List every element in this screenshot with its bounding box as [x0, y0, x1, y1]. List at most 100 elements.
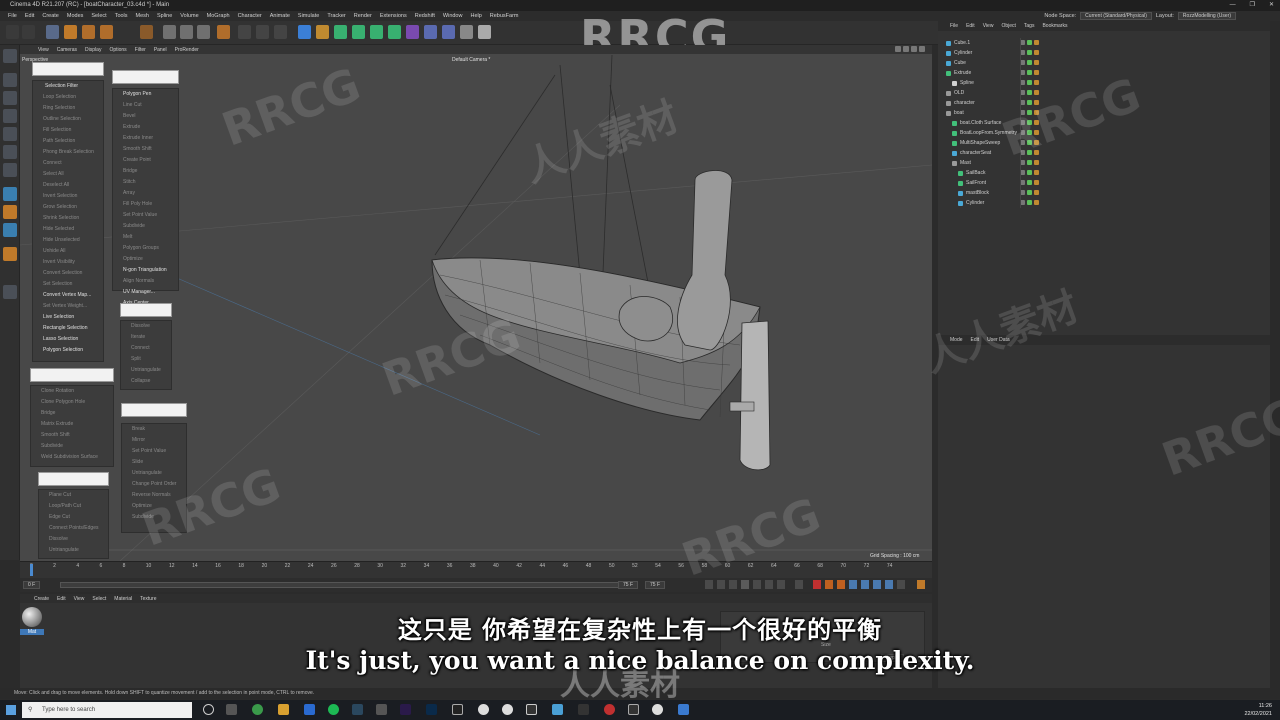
timeline-ruler[interactable]: 0246810121416182022242628303234363840424… [20, 561, 932, 578]
object-row[interactable]: SailFront [938, 178, 1048, 188]
menu-extensions[interactable]: Extensions [376, 13, 411, 19]
ngon-triangulation-item[interactable]: N-gon Triangulation [113, 265, 178, 276]
object-visibility-toggles[interactable] [1020, 200, 1039, 205]
preview-range-slider[interactable] [60, 582, 630, 588]
menu-redshift[interactable]: Redshift [411, 13, 439, 19]
fracture-icon[interactable] [388, 25, 401, 39]
object-visibility-toggles[interactable] [1020, 90, 1039, 95]
shrink-selection-item[interactable]: Shrink Selection [33, 213, 103, 224]
object-tag-icon[interactable] [1027, 90, 1032, 95]
taskbar-search-box[interactable]: ⚲ Type here to search [22, 702, 192, 718]
set-vertex-weight-item[interactable]: Set Vertex Weight... [33, 301, 103, 312]
subdivide-item[interactable]: Subdivide [113, 221, 178, 232]
material-menu-material[interactable]: Material [110, 596, 136, 602]
menu-render[interactable]: Render [350, 13, 376, 19]
connect-p3-item[interactable]: Connect [121, 343, 171, 354]
om-menu-object[interactable]: Object [997, 23, 1019, 29]
material-menu-view[interactable]: View [70, 596, 89, 602]
layout-dropdown[interactable]: RozzModelling (User) [1177, 12, 1236, 20]
connect-points-edges-item[interactable]: Connect Points/Edges [39, 523, 108, 534]
om-menu-bookmarks[interactable]: Bookmarks [1038, 23, 1071, 29]
weld-subdivision-item[interactable]: Weld Subdivision Surface [31, 452, 113, 463]
object-tag-icon[interactable] [1034, 160, 1039, 165]
app-icon-6[interactable] [578, 704, 589, 715]
app-icon-7[interactable] [604, 704, 615, 715]
pen-app-icon[interactable] [376, 704, 387, 715]
unhide-all-item[interactable]: Unhide All [33, 246, 103, 257]
outline-selection-item[interactable]: Outline Selection [33, 114, 103, 125]
app-icon-3[interactable] [502, 704, 513, 715]
timeline-playhead[interactable] [30, 564, 33, 576]
spotify-icon[interactable] [328, 704, 339, 715]
material-menu-edit[interactable]: Edit [53, 596, 70, 602]
menu-character[interactable]: Character [234, 13, 266, 19]
object-tag-icon[interactable] [1034, 200, 1039, 205]
panel4-header[interactable] [30, 368, 114, 382]
line-cut-item[interactable]: Line Cut [113, 100, 178, 111]
menu-rebusfarm[interactable]: RebusFarm [486, 13, 523, 19]
keyframe-selection-icon[interactable] [837, 580, 845, 589]
viewport-menu-filter[interactable]: Filter [131, 47, 150, 53]
phong-break-selection-item[interactable]: Phong Break Selection [33, 147, 103, 158]
menu-animate[interactable]: Animate [266, 13, 294, 19]
smooth-shift-item[interactable]: Smooth Shift [113, 144, 178, 155]
object-tag-icon[interactable] [1027, 180, 1032, 185]
rotate-tool-icon[interactable] [100, 25, 113, 39]
object-tag-icon[interactable] [1027, 60, 1032, 65]
subdivide-p4-item[interactable]: Subdivide [31, 441, 113, 452]
object-tag-icon[interactable] [1034, 180, 1039, 185]
align-normals-item[interactable]: Align Normals [113, 276, 178, 287]
rotation-key-icon[interactable] [873, 580, 881, 589]
previous-key-icon[interactable] [717, 580, 725, 589]
menu-window[interactable]: Window [439, 13, 467, 19]
menu-file[interactable]: File [4, 13, 21, 19]
edges-mode-icon[interactable] [3, 145, 17, 159]
model-mode-icon[interactable] [3, 73, 17, 87]
stitch-item[interactable]: Stitch [113, 177, 178, 188]
loop-selection-item[interactable]: Loop Selection [33, 92, 103, 103]
object-tag-icon[interactable] [1027, 80, 1032, 85]
matrix-extrude-item[interactable]: Matrix Extrude [31, 419, 113, 430]
timeline-settings-icon[interactable] [917, 580, 925, 589]
after-effects-icon[interactable] [400, 704, 411, 715]
object-tag-icon[interactable] [1027, 200, 1032, 205]
menu-tools[interactable]: Tools [111, 13, 132, 19]
menu-mograph[interactable]: MoGraph [203, 13, 234, 19]
object-row[interactable]: Cube.1 [938, 38, 1048, 48]
app-icon-4[interactable] [526, 704, 537, 715]
points-mode-icon[interactable] [3, 127, 17, 141]
scale-key-icon[interactable] [861, 580, 869, 589]
object-tag-icon[interactable] [1034, 40, 1039, 45]
z-axis-lock-icon[interactable] [197, 25, 210, 39]
mograph-cloner-icon[interactable] [370, 25, 383, 39]
melt-item[interactable]: Melt [113, 232, 178, 243]
chrome-icon[interactable] [252, 704, 263, 715]
object-visibility-toggles[interactable] [1020, 190, 1039, 195]
autokey-icon[interactable] [825, 580, 833, 589]
steam-icon[interactable] [352, 704, 363, 715]
viewport-move-icon[interactable] [895, 46, 901, 52]
node-space-dropdown[interactable]: Current (Standard/Physical) [1080, 12, 1152, 20]
clone-polygon-hole-item[interactable]: Clone Polygon Hole [31, 397, 113, 408]
task-view-icon[interactable] [226, 704, 237, 715]
current-frame-field[interactable]: 0 F [23, 581, 41, 589]
menu-mesh[interactable]: Mesh [132, 13, 153, 19]
menu-create[interactable]: Create [38, 13, 63, 19]
object-tag-icon[interactable] [1027, 170, 1032, 175]
app-icon-5[interactable] [552, 704, 563, 715]
split-item[interactable]: Split [121, 354, 171, 365]
path-selection-item[interactable]: Path Selection [33, 136, 103, 147]
object-row[interactable]: Cylinder [938, 48, 1048, 58]
invert-selection-item[interactable]: Invert Selection [33, 191, 103, 202]
pen-spline-icon[interactable] [316, 25, 329, 39]
maximize-button[interactable]: ❐ [1250, 0, 1255, 11]
texture-mode-icon[interactable] [3, 91, 17, 105]
object-tag-icon[interactable] [1034, 80, 1039, 85]
object-visibility-toggles[interactable] [1020, 180, 1039, 185]
menu-simulate[interactable]: Simulate [294, 13, 323, 19]
om-menu-edit[interactable]: Edit [962, 23, 979, 29]
system-clock[interactable]: 11:26 22/02/2021 [1244, 702, 1272, 718]
invert-visibility-item[interactable]: Invert Visibility [33, 257, 103, 268]
viewport-menu-options[interactable]: Options [105, 47, 130, 53]
object-visibility-toggles[interactable] [1020, 40, 1039, 45]
